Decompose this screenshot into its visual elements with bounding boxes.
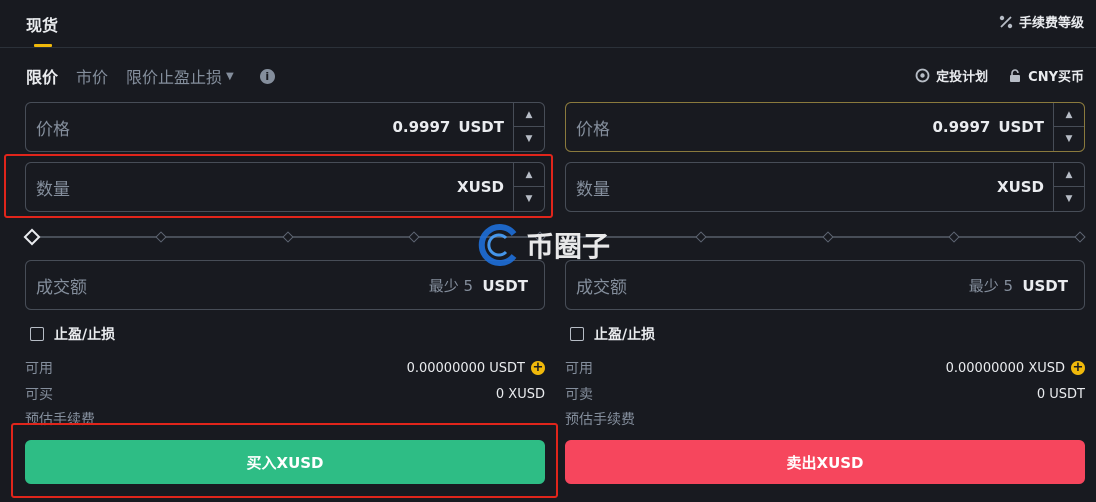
sell-price-label: 价格 bbox=[576, 119, 610, 140]
arrow-down-icon[interactable]: ▼ bbox=[1054, 127, 1084, 151]
tpsl-label: 止盈/止损 bbox=[54, 327, 116, 343]
arrow-down-icon[interactable]: ▼ bbox=[1054, 187, 1084, 211]
buy-total-placeholder: 最少 5 USDT bbox=[428, 276, 528, 295]
sell-fee-row: 预估手续费 bbox=[565, 409, 1085, 429]
sell-available-row: 可用 0.00000000 XUSD + bbox=[565, 358, 1085, 378]
buy-price-stepper[interactable]: ▲ ▼ bbox=[513, 103, 544, 151]
plus-icon[interactable]: + bbox=[531, 361, 545, 375]
buy-cny-link[interactable]: CNY买币 bbox=[1008, 66, 1084, 85]
slider-mark[interactable] bbox=[1074, 231, 1086, 243]
available-label: 可用 bbox=[25, 361, 53, 377]
tab-stop-limit-label: 限价止盈止损 bbox=[126, 68, 223, 87]
fee-level-link[interactable]: 手续费等级 bbox=[999, 12, 1084, 31]
max-buy-value: 0 XUSD bbox=[495, 386, 545, 402]
buy-total-field[interactable]: 成交额 最少 5 USDT bbox=[25, 260, 545, 310]
buy-price-field[interactable]: 价格 0.9997 USDT ▲ ▼ bbox=[25, 102, 545, 152]
slider-mark[interactable] bbox=[282, 231, 294, 243]
tpsl-checkbox[interactable] bbox=[570, 327, 584, 341]
buy-tpsl-toggle[interactable]: 止盈/止损 bbox=[30, 324, 115, 344]
arrow-up-icon[interactable]: ▲ bbox=[514, 103, 544, 127]
buy-available-row: 可用 0.00000000 USDT + bbox=[25, 358, 545, 378]
recurring-plan-label: 定投计划 bbox=[936, 70, 989, 85]
sell-total-placeholder: 最少 5 USDT bbox=[968, 276, 1068, 295]
slider-mark[interactable] bbox=[695, 231, 707, 243]
sell-tpsl-toggle[interactable]: 止盈/止损 bbox=[570, 324, 655, 344]
fee-level-label: 手续费等级 bbox=[1018, 16, 1084, 31]
slider-mark[interactable] bbox=[948, 231, 960, 243]
slider-mark[interactable] bbox=[822, 231, 834, 243]
slider-mark[interactable] bbox=[408, 231, 420, 243]
max-buy-label: 可买 bbox=[25, 387, 53, 403]
tpsl-label: 止盈/止损 bbox=[594, 327, 656, 343]
caret-down-icon: ▼ bbox=[226, 70, 234, 82]
watermark-text: 币圈子 bbox=[526, 230, 611, 263]
sell-qty-stepper[interactable]: ▲ ▼ bbox=[1053, 163, 1084, 211]
sell-qty-unit: XUSD bbox=[997, 178, 1044, 196]
tab-active-indicator bbox=[34, 44, 52, 47]
slider-handle[interactable] bbox=[23, 228, 41, 246]
sell-button[interactable]: 卖出XUSD bbox=[565, 440, 1085, 484]
recurring-icon bbox=[915, 68, 930, 83]
sell-price-value: 0.9997 USDT bbox=[932, 118, 1044, 136]
available-value: 0.00000000 XUSD bbox=[945, 360, 1065, 376]
buy-price-label: 价格 bbox=[36, 119, 70, 140]
tab-market[interactable]: 市价 bbox=[76, 64, 108, 88]
tab-stop-limit[interactable]: 限价止盈止损 ▼ bbox=[126, 64, 234, 88]
sell-price-stepper[interactable]: ▲ ▼ bbox=[1053, 103, 1084, 151]
slider-mark[interactable] bbox=[155, 231, 167, 243]
sell-qty-label: 数量 bbox=[576, 179, 610, 200]
quantity-highlight-box bbox=[4, 154, 553, 218]
arrow-up-icon[interactable]: ▲ bbox=[1054, 103, 1084, 127]
max-sell-value: 0 USDT bbox=[1036, 386, 1085, 402]
sell-max-row: 可卖 0 USDT bbox=[565, 384, 1085, 404]
arrow-up-icon[interactable]: ▲ bbox=[1054, 163, 1084, 187]
max-sell-label: 可卖 bbox=[565, 387, 593, 403]
order-type-tabs: 限价 市价 限价止盈止损 ▼ i bbox=[26, 64, 275, 88]
buy-amount-slider[interactable] bbox=[23, 228, 546, 246]
tab-limit[interactable]: 限价 bbox=[26, 64, 58, 88]
sell-amount-slider[interactable] bbox=[565, 230, 1086, 244]
buy-total-label: 成交额 bbox=[36, 277, 87, 298]
top-bar: 现货 手续费等级 bbox=[0, 0, 1096, 48]
sell-quantity-field[interactable]: 数量 XUSD ▲ ▼ bbox=[565, 162, 1085, 212]
buy-cny-label: CNY买币 bbox=[1028, 70, 1084, 85]
fee-label: 预估手续费 bbox=[565, 412, 635, 428]
arrow-down-icon[interactable]: ▼ bbox=[514, 127, 544, 151]
sell-total-field[interactable]: 成交额 最少 5 USDT bbox=[565, 260, 1085, 310]
plus-icon[interactable]: + bbox=[1071, 361, 1085, 375]
available-label: 可用 bbox=[565, 361, 593, 377]
recurring-plan-link[interactable]: 定投计划 bbox=[915, 66, 988, 85]
tab-spot[interactable]: 现货 bbox=[26, 12, 58, 36]
watermark-logo-icon bbox=[478, 224, 517, 266]
buy-price-value: 0.9997 USDT bbox=[392, 118, 504, 136]
available-value: 0.00000000 USDT bbox=[406, 360, 525, 376]
right-links: 定投计划 CNY买币 bbox=[915, 66, 1084, 85]
info-icon[interactable]: i bbox=[259, 68, 275, 84]
percent-icon bbox=[999, 15, 1013, 28]
watermark: 币圈子 bbox=[474, 220, 610, 270]
buy-max-row: 可买 0 XUSD bbox=[25, 384, 545, 404]
sell-price-field[interactable]: 价格 0.9997 USDT ▲ ▼ bbox=[565, 102, 1085, 152]
tpsl-checkbox[interactable] bbox=[30, 327, 44, 341]
lock-icon bbox=[1010, 68, 1021, 82]
sell-total-label: 成交额 bbox=[576, 277, 627, 298]
buy-button-highlight-box bbox=[11, 423, 558, 498]
